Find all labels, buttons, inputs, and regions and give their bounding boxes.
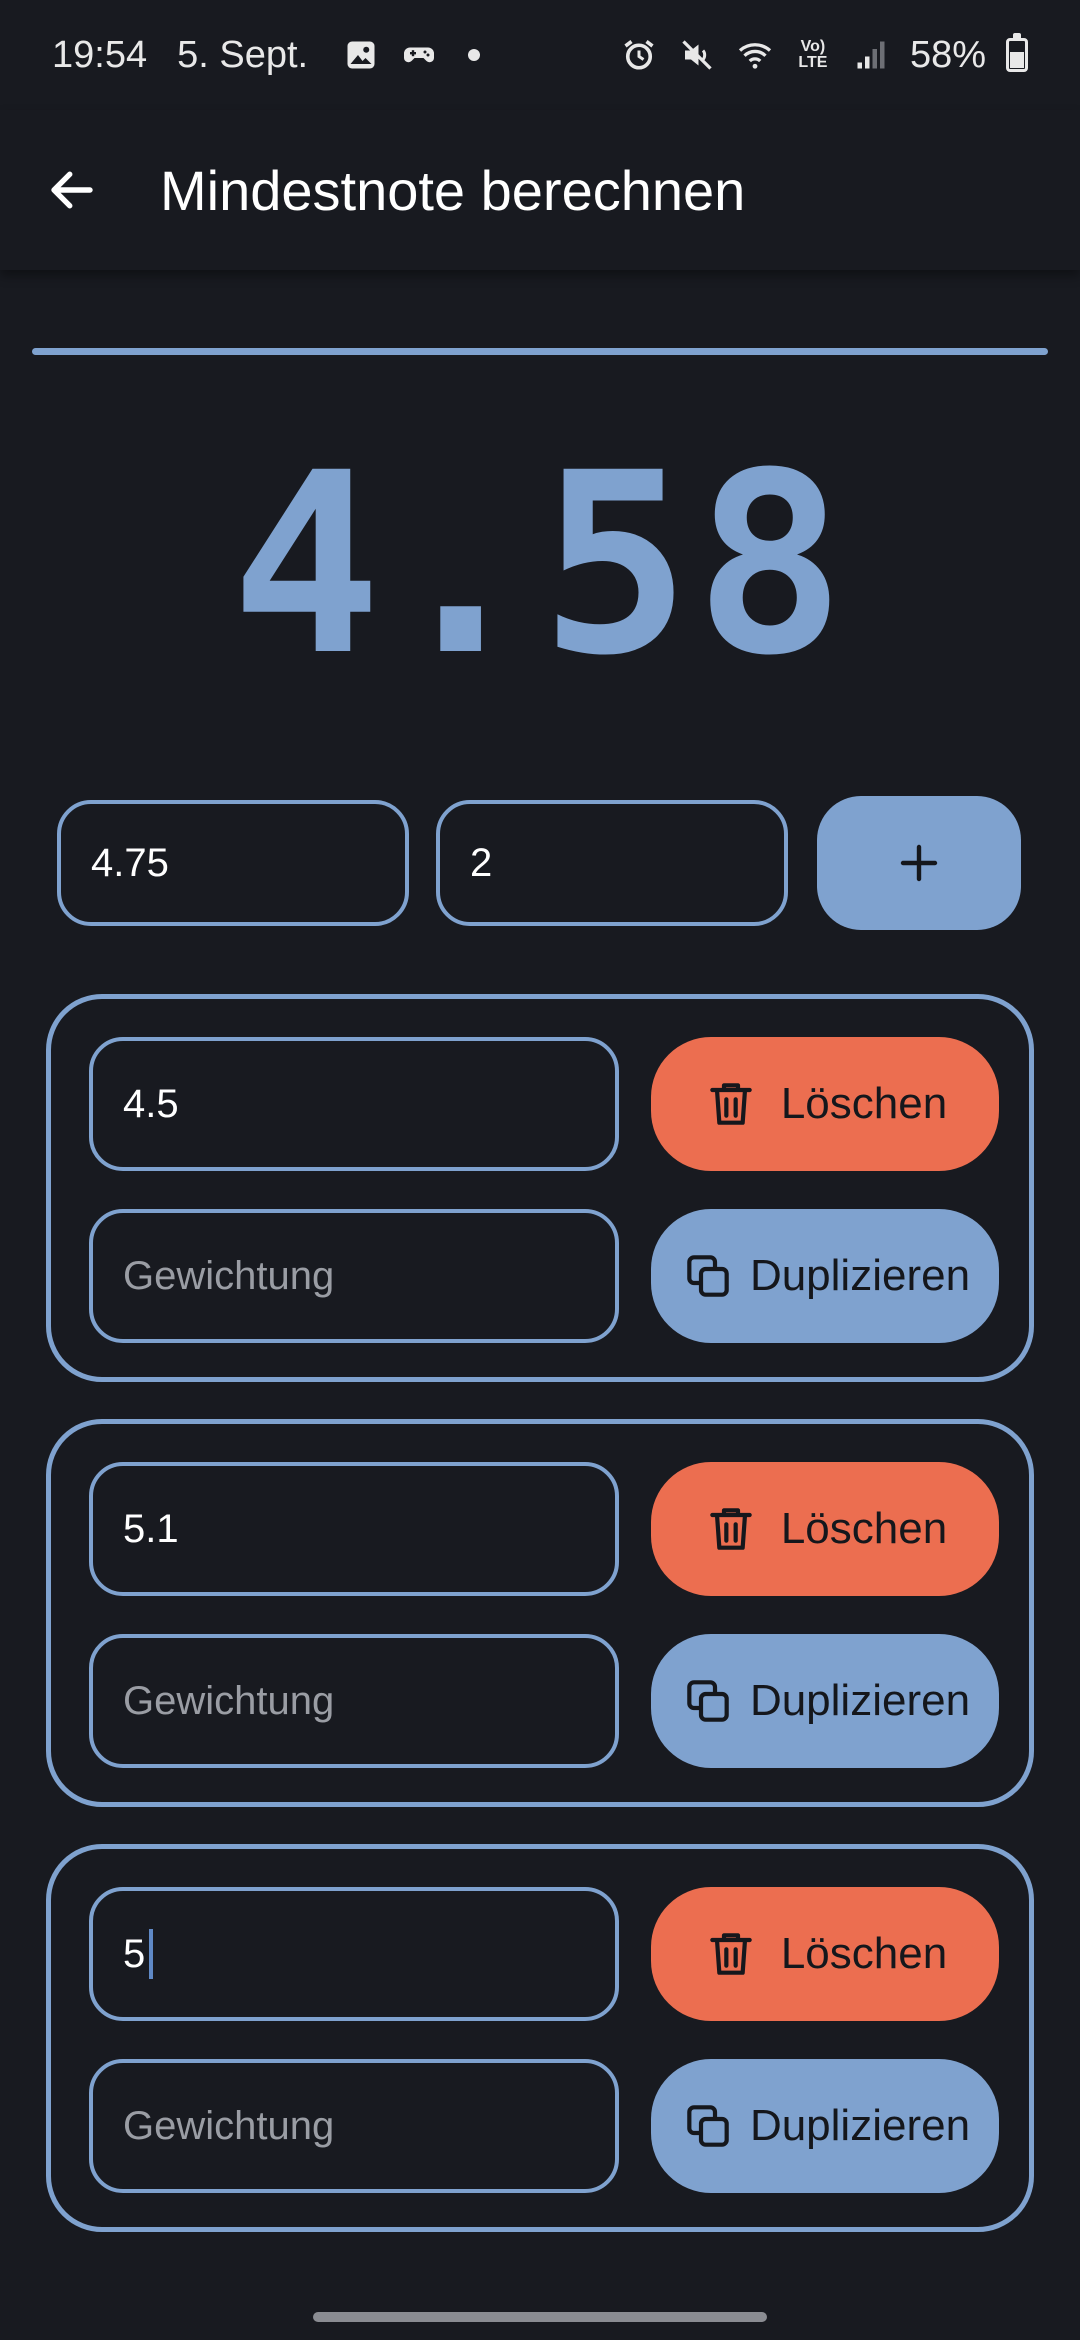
weight-placeholder: Gewichtung (123, 1678, 335, 1723)
wifi-icon (736, 36, 774, 74)
alarm-icon (620, 36, 658, 74)
status-bar: 19:54 5. Sept. Vo) LTE 58% (0, 0, 1080, 110)
copy-icon (680, 1248, 736, 1304)
duplicate-button[interactable]: Duplizieren (651, 2059, 999, 2193)
gallery-icon (342, 36, 380, 74)
delete-label: Löschen (780, 1929, 948, 1978)
grade-card: 5 Gewichtung Löschen Duplizieren (46, 1844, 1034, 2232)
battery-icon (1006, 33, 1028, 72)
trash-icon (703, 1926, 759, 1982)
grade-input[interactable]: 5.1 (89, 1462, 619, 1596)
target-grade-input[interactable]: 4.75 (57, 800, 409, 926)
duplicate-label: Duplizieren (749, 2101, 971, 2150)
back-button[interactable] (22, 140, 122, 240)
gesture-nav-handle[interactable] (313, 2312, 767, 2322)
grade-value: 5 (123, 1931, 146, 1976)
delete-button[interactable]: Löschen (651, 1462, 999, 1596)
target-grade-value: 4.75 (91, 840, 169, 885)
duplicate-button[interactable]: Duplizieren (651, 1634, 999, 1768)
new-weight-input[interactable]: 2 (436, 800, 788, 926)
delete-label: Löschen (780, 1504, 948, 1553)
mute-icon (678, 36, 716, 74)
game-controller-icon (400, 36, 438, 74)
progress-indicator (32, 348, 1048, 355)
result-value: 4.58 (230, 419, 850, 710)
grade-input[interactable]: 5 (89, 1887, 619, 2021)
arrow-back-icon (51, 171, 93, 209)
plus-icon (900, 844, 938, 882)
weight-input[interactable]: Gewichtung (89, 1209, 619, 1343)
status-time: 19:54 (52, 33, 148, 76)
status-date: 5. Sept. (177, 33, 309, 76)
grade-value: 4.5 (123, 1081, 179, 1126)
weight-input[interactable]: Gewichtung (89, 2059, 619, 2193)
grade-value: 5.1 (123, 1506, 179, 1551)
app-bar: Mindestnote berechnen (0, 110, 1080, 270)
duplicate-label: Duplizieren (749, 1676, 971, 1725)
trash-icon (703, 1076, 759, 1132)
weight-placeholder: Gewichtung (123, 1253, 335, 1298)
new-weight-value: 2 (470, 840, 493, 885)
duplicate-label: Duplizieren (749, 1251, 971, 1300)
grade-input[interactable]: 4.5 (89, 1037, 619, 1171)
copy-icon (680, 1673, 736, 1729)
trash-icon (703, 1501, 759, 1557)
weight-placeholder: Gewichtung (123, 2103, 335, 2148)
signal-icon (852, 36, 890, 74)
delete-button[interactable]: Löschen (651, 1887, 999, 2021)
notification-dot-icon (468, 49, 481, 61)
text-cursor (149, 1929, 154, 1979)
grade-card: 5.1 Gewichtung Löschen Duplizieren (46, 1419, 1034, 1807)
weight-input[interactable]: Gewichtung (89, 1634, 619, 1768)
page-title: Mindestnote berechnen (160, 158, 746, 222)
copy-icon (680, 2098, 736, 2154)
grade-card: 4.5 Gewichtung Löschen Duplizieren (46, 994, 1034, 1382)
add-grade-button[interactable] (817, 796, 1021, 930)
lte-icon: Vo) LTE (798, 38, 828, 71)
delete-button[interactable]: Löschen (651, 1037, 999, 1171)
duplicate-button[interactable]: Duplizieren (651, 1209, 999, 1343)
battery-percent: 58% (909, 33, 986, 76)
delete-label: Löschen (780, 1079, 948, 1128)
